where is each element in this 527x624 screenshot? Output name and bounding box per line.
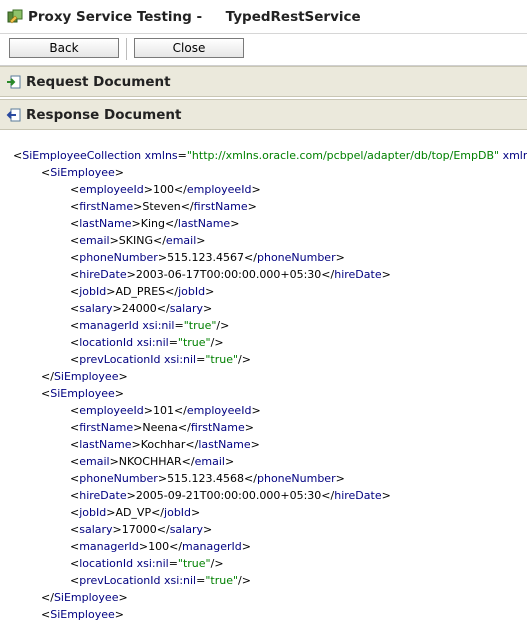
- xml-line: <firstName>Neena</firstName>: [70, 421, 254, 434]
- xml-line: <hireDate>2005-09-21T00:00:00.000+05:30<…: [70, 489, 391, 502]
- xml-line: <jobId>AD_VP</jobId>: [70, 506, 201, 519]
- xml-line: <lastName>King</lastName>: [70, 217, 240, 230]
- xml-line: <phoneNumber>515.123.4568</phoneNumber>: [70, 472, 345, 485]
- toolbar-separator: [126, 38, 127, 60]
- window-title: Proxy Service Testing - TypedRestService: [28, 8, 361, 25]
- close-button[interactable]: Close: [134, 38, 244, 58]
- xml-line: <locationId xsi:nil="true"/>: [70, 557, 224, 570]
- request-document-section[interactable]: Request Document: [0, 66, 527, 97]
- response-document-label: Response Document: [26, 106, 182, 123]
- xml-line: <managerId>100</managerId>: [70, 540, 251, 553]
- xml-line: <lastName>Kochhar</lastName>: [70, 438, 260, 451]
- xml-line: <salary>24000</salary>: [70, 302, 213, 315]
- xml-root-open: <SiEmployeeCollection xmlns="http://xmln…: [13, 149, 527, 162]
- response-document-section[interactable]: Response Document: [0, 99, 527, 130]
- xml-employee-open: <SiEmployee>: [41, 387, 124, 400]
- title-bar: Proxy Service Testing - TypedRestService: [0, 0, 527, 34]
- xml-line: <salary>17000</salary>: [70, 523, 213, 536]
- xml-line: <email>SKING</email>: [70, 234, 206, 247]
- collapse-arrow-icon: [6, 108, 21, 121]
- xml-line: <prevLocationId xsi:nil="true"/>: [70, 353, 251, 366]
- xml-line: <managerId xsi:nil="true"/>: [70, 319, 230, 332]
- expand-arrow-icon: [7, 75, 21, 88]
- xml-line: <employeeId>100</employeeId>: [70, 183, 261, 196]
- xml-line: <email>NKOCHHAR</email>: [70, 455, 235, 468]
- xml-employee-open: <SiEmployee>: [41, 608, 124, 621]
- xml-employee-open: <SiEmployee>: [41, 166, 124, 179]
- xml-line: <firstName>Steven</firstName>: [70, 200, 257, 213]
- xml-line: <hireDate>2003-06-17T00:00:00.000+05:30<…: [70, 268, 391, 281]
- xml-line: <phoneNumber>515.123.4567</phoneNumber>: [70, 251, 345, 264]
- xml-employee-close: </SiEmployee>: [41, 370, 128, 383]
- request-document-label: Request Document: [26, 73, 171, 90]
- xml-line: <prevLocationId xsi:nil="true"/>: [70, 574, 251, 587]
- xml-line: <locationId xsi:nil="true"/>: [70, 336, 224, 349]
- proxy-service-icon: [7, 9, 23, 23]
- xml-line: <employeeId>101</employeeId>: [70, 404, 261, 417]
- toolbar: Back Close: [0, 34, 527, 66]
- back-button[interactable]: Back: [9, 38, 119, 58]
- xml-line: <jobId>AD_PRES</jobId>: [70, 285, 215, 298]
- xml-employee-close: </SiEmployee>: [41, 591, 128, 604]
- response-xml-viewer[interactable]: <SiEmployeeCollection xmlns="http://xmln…: [0, 131, 527, 624]
